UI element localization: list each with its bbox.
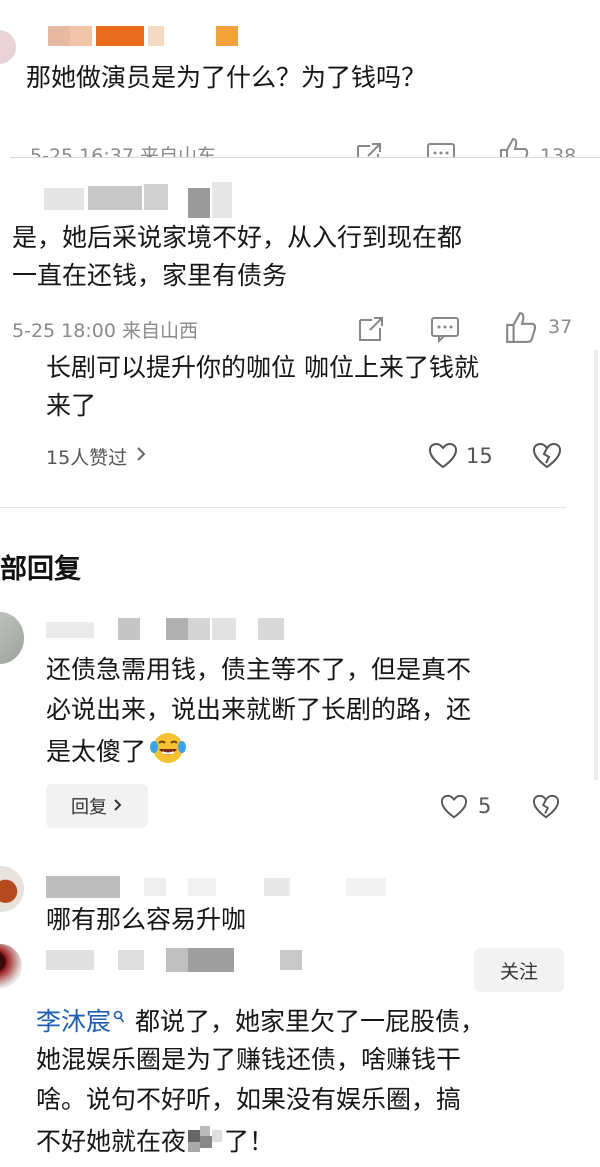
reply-text-row: 不好她就在夜 了！ (36, 1122, 274, 1158)
heart-icon[interactable] (440, 794, 468, 820)
laughing-crying-emoji-icon (148, 730, 188, 770)
divider (10, 157, 600, 158)
comment-text-line: 是，她后采说家境不好，从入行到现在都 (12, 223, 463, 252)
reply-button-label: 回复 (71, 797, 107, 818)
comment-icon[interactable] (430, 314, 460, 344)
comment-text-line: 一直在还钱，家里有债务 (12, 261, 288, 290)
reply-text-line: 是太傻了 (46, 737, 147, 766)
reply-button[interactable]: 回复 (46, 784, 148, 828)
username-link[interactable]: 李沐宸 (36, 1002, 111, 1038)
search-icon (113, 1001, 125, 1030)
share-icon[interactable] (354, 140, 384, 158)
avatar[interactable] (0, 944, 22, 988)
thumbs-up-icon[interactable] (504, 310, 538, 344)
broken-heart-icon[interactable] (532, 794, 560, 820)
follow-button[interactable]: 关注 (474, 948, 564, 992)
reply-text-line: 了！ (224, 1127, 275, 1156)
liked-by-label: 15人赞过 (46, 446, 128, 469)
heart-icon[interactable] (428, 442, 458, 470)
comment-icon[interactable] (426, 140, 456, 158)
avatar[interactable] (0, 30, 16, 64)
reply-text-line: 都说了，她家里欠了一屁股债， (135, 1007, 486, 1036)
username-blurred[interactable] (46, 946, 302, 974)
reply-text-line: 还债急需用钱，债主等不了，但是真不 (46, 655, 472, 684)
username-blurred[interactable] (48, 22, 238, 48)
reply-text: 哪有那么容易升咖 (46, 905, 247, 934)
section-title: 部回复 (0, 554, 81, 585)
share-icon[interactable] (356, 314, 386, 344)
comment-meta: 5-25 16:37 来自山东 (30, 145, 216, 158)
avatar[interactable] (0, 612, 24, 664)
username-blurred[interactable] (46, 874, 386, 900)
liked-by-link[interactable]: 15人赞过 (46, 442, 147, 470)
username-blurred[interactable] (46, 612, 296, 642)
thumbs-up-icon[interactable] (498, 136, 530, 158)
reply-text-line: 啥。说句不好听，如果没有娱乐圈，搞 (36, 1085, 462, 1114)
username-blurred[interactable] (44, 178, 244, 218)
chevron-right-icon (113, 796, 123, 817)
like-count: 37 (548, 316, 573, 338)
like-count: 5 (478, 794, 492, 818)
broken-heart-icon[interactable] (532, 442, 562, 470)
reply-text-line: 来了 (46, 391, 97, 420)
reply-text-row: 李沐宸 都说了，她家里欠了一屁股债， (36, 1002, 485, 1038)
scrollbar[interactable] (594, 350, 598, 780)
reply-text-row: 是太傻了 (46, 732, 188, 768)
comment-text: 那她做演员是为了什么？为了钱吗？ (26, 63, 427, 92)
censored-mosaic (188, 1126, 223, 1154)
reply-text-line: 必说出来，说出来就断了长剧的路，还 (46, 695, 472, 724)
divider (0, 507, 566, 508)
comment-meta: 5-25 18:00 来自山西 (12, 320, 198, 342)
chevron-right-icon (135, 446, 147, 466)
like-count: 15 (466, 444, 493, 468)
avatar[interactable] (0, 866, 24, 912)
reply-text-line: 不好她就在夜 (36, 1127, 187, 1156)
like-count: 138 (540, 145, 577, 158)
reply-text-line: 她混娱乐圈是为了赚钱还债，啥赚钱干 (36, 1045, 462, 1074)
reply-text-line: 长剧可以提升你的咖位 咖位上来了钱就 (46, 353, 479, 382)
